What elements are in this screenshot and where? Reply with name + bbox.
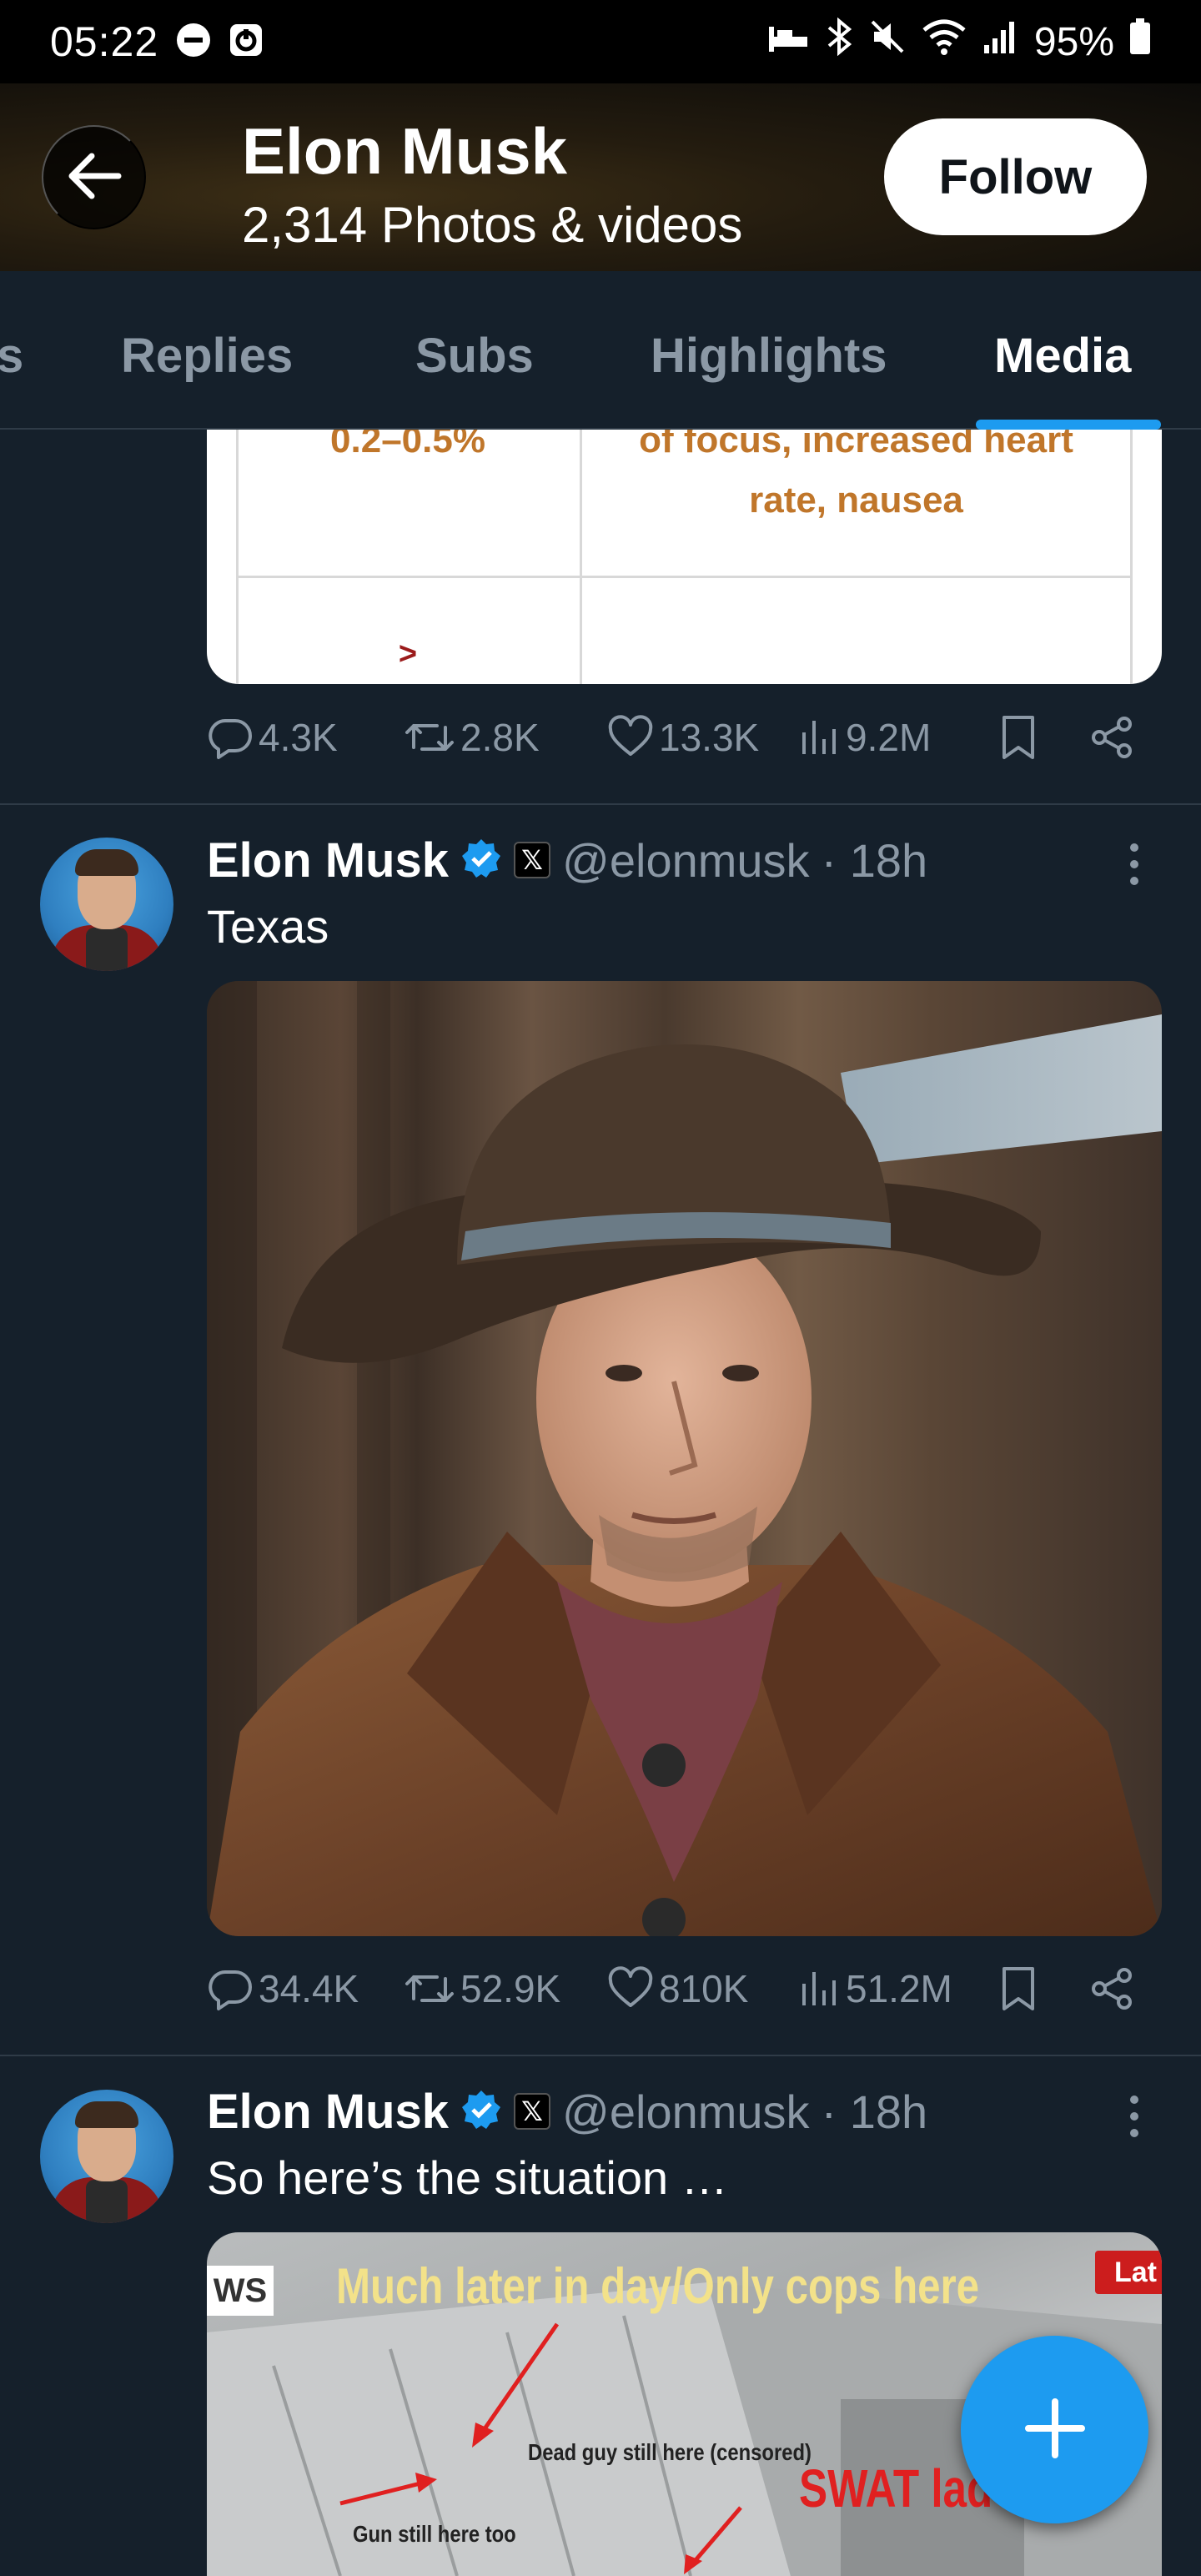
bookmark-button[interactable] xyxy=(997,1965,1039,2012)
cowboy-portrait-image xyxy=(207,981,1162,1936)
bookmark-button[interactable] xyxy=(997,714,1039,761)
post-header: Elon Musk 𝕏 @elonmusk · 18h xyxy=(207,2082,927,2141)
views-button[interactable]: 51.2M xyxy=(799,1965,952,2012)
views-icon xyxy=(799,714,841,761)
views-button[interactable]: 9.2M xyxy=(799,714,931,761)
post-photo[interactable] xyxy=(207,981,1162,1936)
tab-posts-partial[interactable]: s xyxy=(0,328,23,384)
tab-media[interactable]: Media xyxy=(994,328,1131,384)
battery-percent: 95% xyxy=(1033,19,1114,64)
more-icon[interactable] xyxy=(1118,2087,1151,2146)
bookmark-icon xyxy=(997,1965,1039,2012)
share-icon xyxy=(1089,1965,1136,2012)
news-caption: Much later in day/Only cops here xyxy=(336,2258,980,2314)
x-badge-icon: 𝕏 xyxy=(514,2093,551,2130)
like-icon xyxy=(607,714,654,761)
like-count: 810K xyxy=(659,1967,749,2010)
like-button[interactable]: 810K xyxy=(607,1965,748,2012)
post-header: Elon Musk 𝕏 @elonmusk · 18h xyxy=(207,831,927,889)
author-handle[interactable]: @elonmusk xyxy=(562,2085,810,2139)
bedtime-icon xyxy=(767,19,809,65)
compose-plus-icon xyxy=(1022,2395,1088,2464)
news-latest-badge: Lat xyxy=(1095,2251,1162,2294)
repost-icon xyxy=(404,1965,455,2012)
profile-tabs: s Replies Subs Highlights Media xyxy=(0,271,1201,430)
mute-icon xyxy=(869,18,906,65)
post-actions: 34.4K 52.9K 810K 51.2M xyxy=(207,1965,1162,2032)
reply-icon xyxy=(207,1965,254,2012)
table-cell: of focus, increased heart xyxy=(639,430,1073,460)
avatar[interactable] xyxy=(40,838,173,971)
share-icon xyxy=(1089,714,1136,761)
back-arrow-icon xyxy=(65,151,123,204)
post-text: So here’s the situation … xyxy=(207,2151,728,2204)
app-notification-icon xyxy=(229,23,264,62)
media-count: 2,314 Photos & videos xyxy=(242,197,743,253)
news-annotation: Gun still here too xyxy=(353,2521,516,2547)
post-time: · 18h xyxy=(821,833,928,887)
wifi-icon xyxy=(921,18,967,65)
more-icon[interactable] xyxy=(1118,835,1151,893)
repost-button[interactable]: 2.8K xyxy=(404,714,540,761)
bluetooth-icon xyxy=(824,17,854,66)
repost-count: 52.9K xyxy=(460,1967,561,2010)
compose-button[interactable] xyxy=(961,2336,1148,2523)
verified-icon xyxy=(460,838,502,883)
do-not-disturb-icon xyxy=(175,22,212,63)
battery-icon xyxy=(1129,18,1151,65)
signal-icon xyxy=(982,18,1019,65)
reply-count: 34.4K xyxy=(259,1967,359,2010)
like-icon xyxy=(607,1965,654,2012)
share-button[interactable] xyxy=(1089,1965,1136,2012)
reply-button[interactable]: 34.4K xyxy=(207,1965,359,2012)
post-time: · 18h xyxy=(821,2085,928,2138)
follow-button[interactable]: Follow xyxy=(884,118,1147,235)
like-count: 13.3K xyxy=(659,716,760,759)
tab-replies[interactable]: Replies xyxy=(121,328,293,384)
active-tab-indicator xyxy=(976,420,1161,430)
avatar[interactable] xyxy=(40,2090,173,2223)
table-cell: > xyxy=(398,636,418,672)
author-handle[interactable]: @elonmusk xyxy=(562,833,810,888)
bookmark-icon xyxy=(997,714,1039,761)
reply-count: 4.3K xyxy=(259,716,338,759)
tab-subs[interactable]: Subs xyxy=(415,328,534,384)
post-actions: 4.3K 2.8K 13.3K 9.2M xyxy=(207,714,1162,781)
table-cell: rate, nausea xyxy=(749,480,963,521)
post-divider xyxy=(0,803,1201,805)
profile-name: Elon Musk xyxy=(242,114,568,188)
share-button[interactable] xyxy=(1089,714,1136,761)
like-button[interactable]: 13.3K xyxy=(607,714,759,761)
post-media-table[interactable]: 0.2–0.5% of focus, increased heart rate,… xyxy=(207,430,1162,684)
views-count: 51.2M xyxy=(846,1967,952,2010)
repost-icon xyxy=(404,714,455,761)
verified-icon xyxy=(460,2089,502,2135)
reply-button[interactable]: 4.3K xyxy=(207,714,338,761)
repost-button[interactable]: 52.9K xyxy=(404,1965,560,2012)
status-time: 05:22 xyxy=(50,18,159,65)
views-count: 9.2M xyxy=(846,716,932,759)
tab-highlights[interactable]: Highlights xyxy=(651,328,887,384)
views-icon xyxy=(799,1965,841,2012)
post-text: Texas xyxy=(207,900,329,953)
table-cell: 0.2–0.5% xyxy=(330,430,485,460)
repost-count: 2.8K xyxy=(460,716,540,759)
news-annotation: Dead guy still here (censored) xyxy=(528,2439,812,2465)
author-name[interactable]: Elon Musk xyxy=(207,833,449,888)
news-logo: WS xyxy=(207,2266,274,2316)
post-divider xyxy=(0,2055,1201,2056)
author-name[interactable]: Elon Musk xyxy=(207,2084,449,2140)
x-badge-icon: 𝕏 xyxy=(514,842,551,878)
status-bar: 05:22 95% xyxy=(0,0,1201,83)
reply-icon xyxy=(207,714,254,761)
back-button[interactable] xyxy=(42,125,146,229)
profile-header: Elon Musk 2,314 Photos & videos Follow xyxy=(0,83,1201,271)
news-annotation: SWAT lad xyxy=(799,2458,993,2518)
